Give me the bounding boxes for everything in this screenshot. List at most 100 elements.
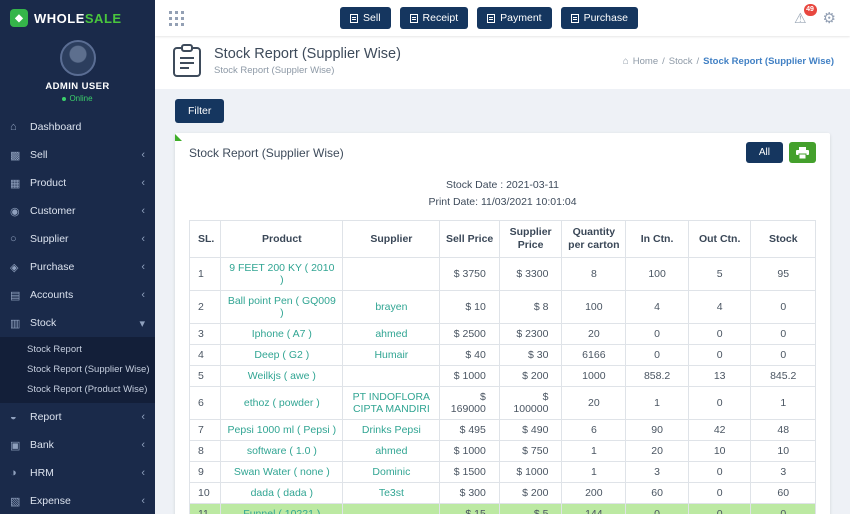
sell-button[interactable]: Sell [340, 7, 391, 29]
page-header: Stock Report (Supplier Wise) Stock Repor… [155, 36, 850, 89]
print-button[interactable] [789, 142, 816, 163]
sidebar-item-sell[interactable]: ▩ Sell ‹ [0, 141, 155, 169]
product-link[interactable]: Deep ( G2 ) [220, 344, 344, 367]
stock-icon: ▥ [10, 317, 21, 330]
dashboard-icon: ⌂ [10, 121, 17, 133]
supplier-link[interactable]: ahmed [342, 323, 441, 346]
settings-gear-icon[interactable]: ⚙ [823, 9, 836, 27]
product-link[interactable]: 9 FEET 200 KY ( 2010 ) [220, 257, 344, 292]
product-link[interactable]: Ball point Pen ( GQ009 ) [220, 290, 344, 325]
payment-button[interactable]: Payment [477, 7, 552, 29]
chevron-down-icon: ▾ [139, 317, 145, 330]
supplier-link[interactable]: Te3st [342, 482, 441, 505]
sidebar-item-bank[interactable]: ▣ Bank ‹ [0, 431, 155, 459]
supplier-link[interactable]: PT INDOFLORA CIPTA MANDIRI [342, 386, 441, 421]
sell-cart-icon [350, 13, 359, 23]
cell-supplier-price: $ 5 [498, 503, 563, 514]
sidebar-item-stock[interactable]: ▥ Stock ▾ [0, 309, 155, 337]
product-link[interactable]: Pepsi 1000 ml ( Pepsi ) [220, 419, 344, 442]
receipt-icon [409, 13, 418, 23]
filter-button[interactable]: Filter [175, 99, 225, 123]
table-row: 3 Iphone ( A7 ) ahmed $ 2500 $ 2300 20 0 0 0 [188, 323, 816, 346]
breadcrumb-item-stock-report-supplier-wise[interactable]: Stock Report (Supplier Wise) [703, 56, 834, 67]
sidebar-item-accounts[interactable]: ▤ Accounts ‹ [0, 281, 155, 309]
page-subtitle: Stock Report (Suppler Wise) [214, 65, 335, 76]
content-area: Filter Stock Report (Supplier Wise) All [155, 89, 850, 514]
product-link[interactable]: dada ( dada ) [220, 482, 344, 505]
sidebar-item-label: Sell [30, 149, 48, 161]
cell-out-ctn: 4 [687, 290, 752, 325]
cell-qty-per-carton: 144 [561, 503, 627, 514]
breadcrumb-item-stock[interactable]: Stock [669, 56, 693, 67]
supplier-link [342, 503, 441, 514]
cell-qty-per-carton: 1000 [561, 365, 627, 388]
cell-in-ctn: 3 [625, 461, 689, 484]
cell-stock: 3 [750, 461, 816, 484]
cell-sl: 3 [188, 323, 222, 346]
sidebar-item-supplier[interactable]: ○ Supplier ‹ [0, 225, 155, 253]
menu-grid-icon[interactable] [169, 10, 184, 26]
sidebar-item-hrm[interactable]: ◑ HRM ‹ [0, 459, 155, 487]
sidebar-item-report[interactable]: ◒ Report ‹ [0, 403, 155, 431]
cell-qty-per-carton: 1 [561, 440, 627, 463]
col-header-out-ctn: Out Ctn. [687, 219, 752, 259]
receipt-button[interactable]: Receipt [399, 7, 469, 29]
supplier-link[interactable]: ahmed [342, 440, 441, 463]
supplier-link[interactable]: brayen [342, 290, 441, 325]
product-link[interactable]: Iphone ( A7 ) [220, 323, 344, 346]
sidebar-item-label: Accounts [30, 289, 74, 301]
chevron-left-icon: ‹ [141, 439, 145, 451]
cell-stock: 48 [750, 419, 816, 442]
sidebar-item-dashboard[interactable]: ⌂ Dashboard [0, 113, 155, 141]
cell-out-ctn: 0 [687, 323, 752, 346]
breadcrumb-item-home[interactable]: Home [633, 56, 658, 67]
cell-supplier-price: $ 8 [498, 290, 563, 325]
product-link[interactable]: ethoz ( powder ) [220, 386, 344, 421]
cell-sl: 6 [188, 386, 222, 421]
product-link[interactable]: Funnel ( 10221 ) [220, 503, 344, 514]
breadcrumb-separator: / [662, 55, 665, 67]
cell-sell-price: $ 15 [439, 503, 500, 514]
sidebar-subitem-stock-report-supplier-wise[interactable]: Stock Report (Supplier Wise) [0, 360, 155, 380]
cell-supplier-price: $ 200 [498, 482, 563, 505]
product-link[interactable]: software ( 1.0 ) [220, 440, 344, 463]
supplier-link[interactable]: Drinks Pepsi [342, 419, 441, 442]
cell-sl: 11 [188, 503, 222, 514]
cell-supplier-price: $ 750 [498, 440, 563, 463]
table-row: 19 FEET 200 KY ( 2010 ) $ 3750 $ 3300 8 100 5… [188, 257, 816, 292]
sidebar-item-product[interactable]: ▦ Product ‹ [0, 169, 155, 197]
sidebar-item-customer[interactable]: ◉ Customer ‹ [0, 197, 155, 225]
stock-report-table: SL. Product Supplier Sell Price Supplier Pri… [188, 219, 816, 514]
purchase-button[interactable]: Purchase [560, 7, 638, 29]
cell-qty-per-carton: 6166 [561, 344, 627, 367]
online-dot-icon [62, 96, 67, 101]
cell-sell-price: $ 169000 [439, 386, 500, 421]
cell-sell-price: $ 1000 [439, 365, 500, 388]
cell-sell-price: $ 1500 [439, 461, 500, 484]
sidebar-item-expense[interactable]: ▧ Expense ‹ [0, 487, 155, 514]
supplier-link[interactable]: Humair [342, 344, 441, 367]
logo[interactable]: ◆ WHOLESALE [0, 0, 155, 34]
col-header-supplier: Supplier [342, 219, 441, 259]
cell-sl: 4 [188, 344, 222, 367]
cell-supplier-price: $ 100000 [498, 386, 563, 421]
sidebar-subitem-stock-report-product-wise[interactable]: Stock Report (Product Wise) [0, 380, 155, 400]
supplier-link[interactable]: Dominic [342, 461, 441, 484]
breadcrumb-separator: / [696, 55, 700, 67]
sidebar-item-purchase[interactable]: ◈ Purchase ‹ [0, 253, 155, 281]
alerts-warning-icon[interactable]: ⚠ 49 [794, 3, 817, 27]
stock-submenu: Stock Report Stock Report (Supplier Wise)… [0, 337, 155, 403]
cell-out-ctn: 0 [687, 386, 752, 421]
avatar[interactable] [59, 40, 96, 76]
chevron-left-icon: ‹ [141, 149, 145, 161]
user-panel: ADMIN USER Online [0, 34, 155, 113]
cell-sell-price: $ 40 [439, 344, 500, 367]
product-link[interactable]: Weilkjs ( awe ) [220, 365, 344, 388]
cell-sl: 5 [188, 365, 222, 388]
sidebar-subitem-stock-report[interactable]: Stock Report [0, 340, 155, 360]
all-button[interactable]: All [745, 142, 783, 163]
supplier-link [342, 365, 441, 388]
product-link[interactable]: Swan Water ( none ) [220, 461, 344, 484]
cell-sl: 1 [188, 257, 222, 292]
page-titles: Stock Report (Supplier Wise) Stock Repor… [214, 46, 401, 76]
